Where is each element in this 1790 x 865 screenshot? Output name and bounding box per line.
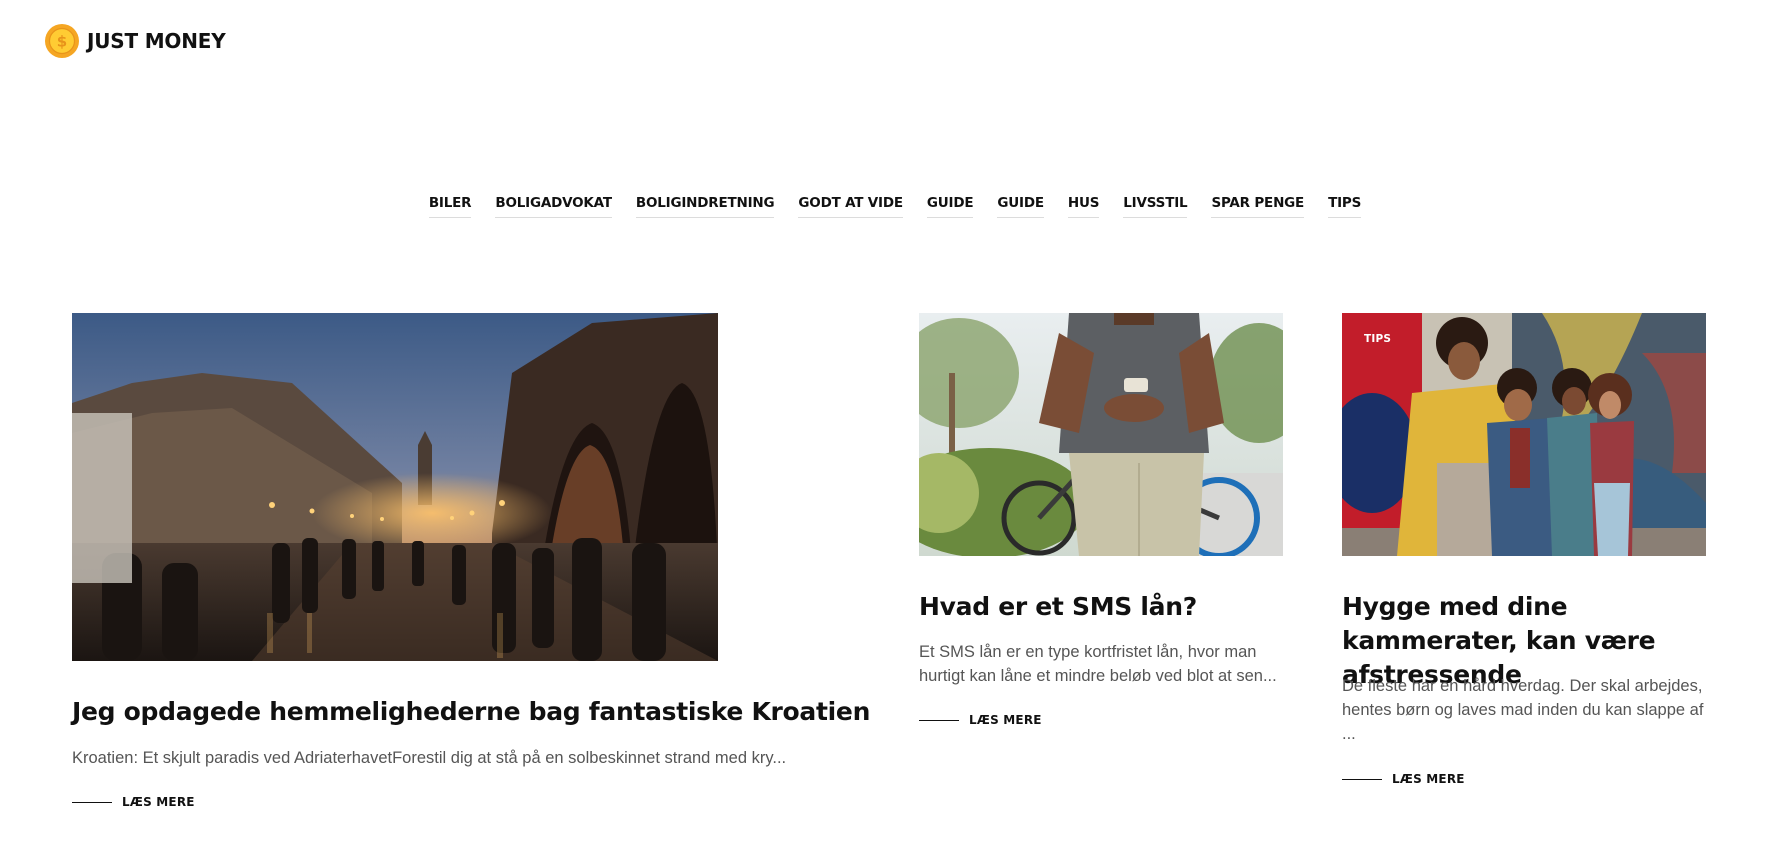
article-excerpt: Et SMS lån er en type kortfristet lån, h… [919, 643, 1277, 685]
read-more-label: LÆS MERE [969, 713, 1042, 727]
read-more-link[interactable]: LÆS MERE [919, 713, 1042, 727]
nav-item-godt-at-vide[interactable]: GODT AT VIDE [798, 195, 903, 218]
nav-item-tips[interactable]: TIPS [1328, 195, 1361, 218]
nav-item-livsstil[interactable]: LIVSSTIL [1123, 195, 1188, 218]
read-more-line [1342, 778, 1382, 780]
friends-graffiti-image [1342, 313, 1706, 556]
man-with-phone-image [919, 313, 1283, 556]
main-navigation: BILER BOLIGADVOKAT BOLIGINDRETNING GODT … [0, 195, 1790, 218]
read-more-line [919, 719, 959, 721]
dubrovnik-street-image [72, 313, 718, 661]
nav-item-biler[interactable]: BILER [428, 195, 472, 218]
read-more-label: LÆS MERE [1392, 772, 1465, 786]
article-excerpt: De fleste har en hård hverdag. Der skal … [1342, 677, 1704, 743]
nav-item-spar-penge[interactable]: SPAR PENGE [1211, 195, 1304, 218]
nav-item-boligadvokat[interactable]: BOLIGADVOKAT [495, 195, 612, 218]
nav-item-guide[interactable]: GUIDE [926, 195, 974, 218]
nav-item-hus[interactable]: HUS [1067, 195, 1099, 218]
site-logo[interactable]: $ JUST MONEY [45, 24, 226, 58]
nav-item-boligindretning[interactable]: BOLIGINDRETNING [635, 195, 775, 218]
nav-item-guide-2[interactable]: GUIDE [997, 195, 1044, 218]
article-image-sms-lan[interactable] [919, 313, 1283, 556]
article-category-tag[interactable]: TIPS [1364, 333, 1391, 345]
read-more-link[interactable]: LÆS MERE [72, 795, 195, 809]
site-name: JUST MONEY [87, 29, 226, 53]
article-image-dubrovnik[interactable] [72, 313, 718, 661]
dollar-coin-icon: $ [45, 24, 79, 58]
svg-text:$: $ [57, 33, 67, 51]
read-more-line [72, 801, 112, 803]
article-image-hygge[interactable]: TIPS [1342, 313, 1706, 556]
article-title[interactable]: Jeg opdagede hemmelighederne bag fantast… [72, 695, 870, 729]
featured-article-card: Jeg opdagede hemmelighederne bag fantast… [72, 313, 870, 809]
article-card: Hvad er et SMS lån? Et SMS lån er en typ… [919, 313, 1283, 727]
read-more-label: LÆS MERE [122, 795, 195, 809]
article-excerpt: Kroatien: Et skjult paradis ved Adriater… [72, 749, 787, 767]
read-more-link[interactable]: LÆS MERE [1342, 772, 1465, 786]
article-title[interactable]: Hvad er et SMS lån? [919, 590, 1197, 624]
article-card: TIPS Hygge med dine kammerater, kan være… [1342, 313, 1706, 786]
